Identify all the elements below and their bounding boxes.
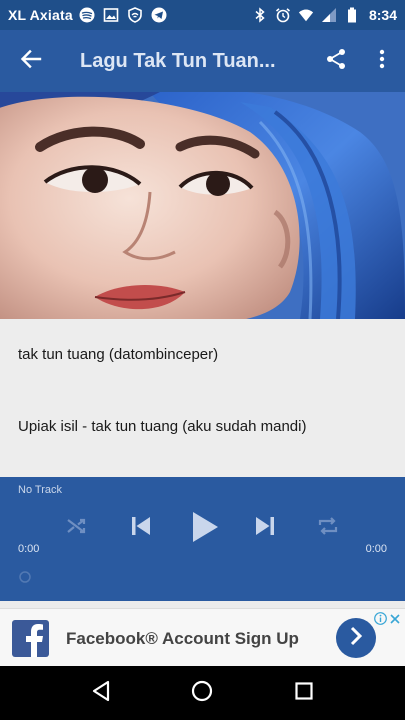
close-icon[interactable] bbox=[389, 612, 401, 630]
alarm-icon bbox=[275, 7, 291, 23]
duration-time: 0:00 bbox=[365, 543, 387, 555]
skip-previous-button[interactable] bbox=[126, 513, 156, 543]
share-button[interactable] bbox=[313, 30, 359, 92]
more-vert-icon bbox=[379, 49, 385, 74]
skip-previous-icon bbox=[130, 515, 152, 542]
adchoices-badge[interactable] bbox=[374, 612, 401, 630]
repeat-button[interactable] bbox=[314, 515, 342, 541]
album-artwork bbox=[0, 92, 405, 319]
track-list: tak tun tuang (datombinceper) Upiak isil… bbox=[0, 319, 405, 477]
carrier-name: XL Axiata bbox=[8, 7, 73, 23]
status-icons-right: 8:34 bbox=[252, 7, 397, 23]
signal-icon bbox=[321, 7, 337, 23]
info-icon bbox=[374, 612, 387, 630]
status-time: 8:34 bbox=[368, 7, 397, 23]
spotify-icon bbox=[79, 7, 95, 23]
battery-icon bbox=[344, 7, 360, 23]
chevron-right-icon bbox=[348, 625, 364, 652]
elapsed-time: 0:00 bbox=[18, 543, 40, 555]
shield-icon bbox=[127, 7, 143, 23]
wifi-icon bbox=[298, 7, 314, 23]
seek-thumb[interactable] bbox=[18, 570, 32, 584]
ad-headline[interactable]: Facebook® Account Sign Up bbox=[66, 629, 299, 649]
more-options-button[interactable] bbox=[359, 30, 405, 92]
status-bar: XL Axiata 8:34 bbox=[0, 0, 405, 30]
nav-back-button[interactable] bbox=[86, 678, 116, 708]
arrow-left-icon bbox=[20, 48, 42, 75]
skip-next-icon bbox=[254, 515, 276, 542]
repeat-icon bbox=[317, 516, 339, 541]
home-circle-icon bbox=[191, 680, 213, 707]
status-icons-left bbox=[79, 7, 167, 23]
telegram-icon bbox=[151, 7, 167, 23]
ad-banner[interactable]: Facebook® Account Sign Up bbox=[0, 608, 405, 666]
system-nav-bar bbox=[0, 666, 405, 720]
image-icon bbox=[103, 7, 119, 23]
play-icon bbox=[191, 511, 219, 548]
list-item[interactable]: Upiak isil - tak tun tuang (aku sudah ma… bbox=[18, 418, 306, 435]
list-item[interactable]: tak tun tuang (datombinceper) bbox=[18, 346, 218, 363]
skip-next-button[interactable] bbox=[250, 513, 280, 543]
share-icon bbox=[325, 48, 347, 75]
facebook-logo bbox=[12, 620, 49, 657]
page-title: Lagu Tak Tun Tuan... bbox=[80, 49, 276, 72]
player-panel: No Track 0:00 0:00 bbox=[0, 477, 405, 601]
play-button[interactable] bbox=[186, 510, 224, 548]
shuffle-icon bbox=[66, 516, 88, 541]
shuffle-button[interactable] bbox=[64, 515, 90, 541]
recents-square-icon bbox=[295, 681, 313, 705]
bluetooth-icon bbox=[252, 7, 268, 23]
app-bar: Lagu Tak Tun Tuan... bbox=[0, 30, 405, 92]
back-triangle-icon bbox=[91, 680, 111, 707]
nav-recents-button[interactable] bbox=[289, 678, 319, 708]
app-screen: XL Axiata 8:34 Lagu Tak Tun Tuan... tak … bbox=[0, 0, 405, 720]
now-playing-label: No Track bbox=[18, 484, 63, 496]
nav-home-button[interactable] bbox=[187, 678, 217, 708]
ad-go-button[interactable] bbox=[336, 618, 376, 658]
back-button[interactable] bbox=[0, 30, 62, 92]
